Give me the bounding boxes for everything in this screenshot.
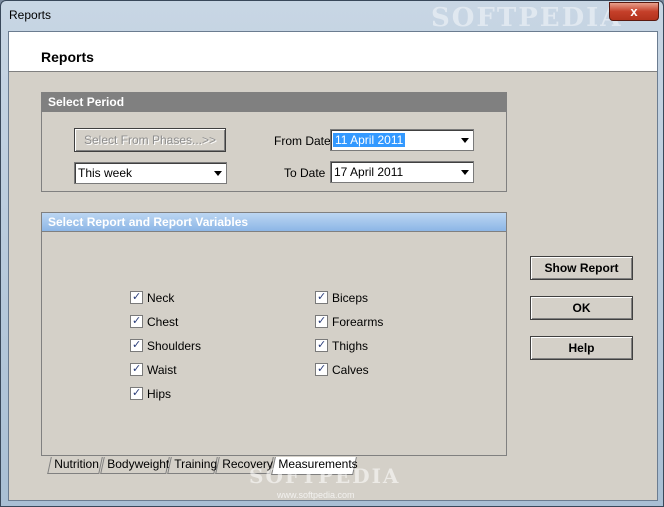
checkbox-label: Neck	[147, 291, 175, 305]
report-variables-title: Select Report and Report Variables	[42, 213, 506, 232]
check-icon	[130, 362, 143, 376]
select-from-phases-button[interactable]: Select From Phases...>>	[74, 128, 226, 152]
footer-watermark: SOFTPEDIA	[249, 464, 401, 488]
ok-button[interactable]: OK	[530, 296, 633, 320]
tab-label: Training	[174, 457, 218, 471]
close-button[interactable]: x	[609, 2, 659, 21]
page-title: Reports	[41, 49, 94, 65]
range-select[interactable]: This week	[74, 162, 227, 184]
footer-watermark-url: www.softpedia.com	[277, 490, 355, 500]
tab-training[interactable]: Training	[167, 457, 218, 474]
title-bar[interactable]: Reports SOFTPEDIA x	[1, 1, 663, 33]
from-date-value: 11 April 2011	[333, 133, 406, 147]
chevron-down-icon	[461, 170, 469, 175]
checkbox-label: Waist	[147, 363, 177, 377]
to-date-label: To Date	[284, 166, 326, 180]
help-button[interactable]: Help	[530, 336, 633, 360]
checkbox-label: Thighs	[332, 339, 369, 353]
chevron-down-icon	[461, 138, 469, 143]
to-date-value: 17 April 2011	[334, 165, 404, 179]
check-icon	[315, 290, 328, 304]
check-icon	[315, 362, 328, 376]
select-period-title: Select Period	[42, 93, 506, 112]
checkbox-label: Hips	[147, 387, 172, 401]
tab-bodyweight[interactable]: Bodyweight	[100, 457, 170, 474]
page-header: Reports	[9, 32, 657, 72]
check-icon	[315, 338, 328, 352]
from-date-picker[interactable]: 11 April 2011	[330, 129, 474, 151]
tab-label: Bodyweight	[107, 457, 170, 471]
from-date-label: From Date	[274, 134, 331, 148]
checkbox-label: Biceps	[332, 291, 369, 305]
check-icon	[130, 338, 143, 352]
window-title: Reports	[9, 8, 52, 22]
chevron-down-icon	[214, 171, 222, 176]
check-icon	[315, 314, 328, 328]
report-variables-group: Select Report and Report Variables Neck …	[41, 212, 507, 456]
check-icon	[130, 290, 143, 304]
checkbox-label: Shoulders	[147, 339, 202, 353]
reports-window: Reports SOFTPEDIA x Reports Select Perio…	[0, 0, 664, 507]
to-date-picker[interactable]: 17 April 2011	[330, 161, 474, 183]
client-area: Reports Select Period Select From Phases…	[8, 31, 658, 501]
checkbox-label: Chest	[147, 315, 179, 329]
select-period-group: Select Period Select From Phases...>> Th…	[41, 92, 507, 192]
check-icon	[130, 386, 143, 400]
check-icon	[130, 314, 143, 328]
tab-label: Nutrition	[54, 457, 99, 471]
show-report-button[interactable]: Show Report	[530, 256, 633, 280]
tab-nutrition[interactable]: Nutrition	[47, 457, 103, 474]
range-select-value: This week	[78, 166, 133, 180]
close-icon: x	[630, 4, 638, 19]
checkbox-label: Forearms	[332, 315, 384, 329]
title-watermark: SOFTPEDIA	[431, 3, 623, 33]
checkbox-label: Calves	[332, 363, 369, 377]
